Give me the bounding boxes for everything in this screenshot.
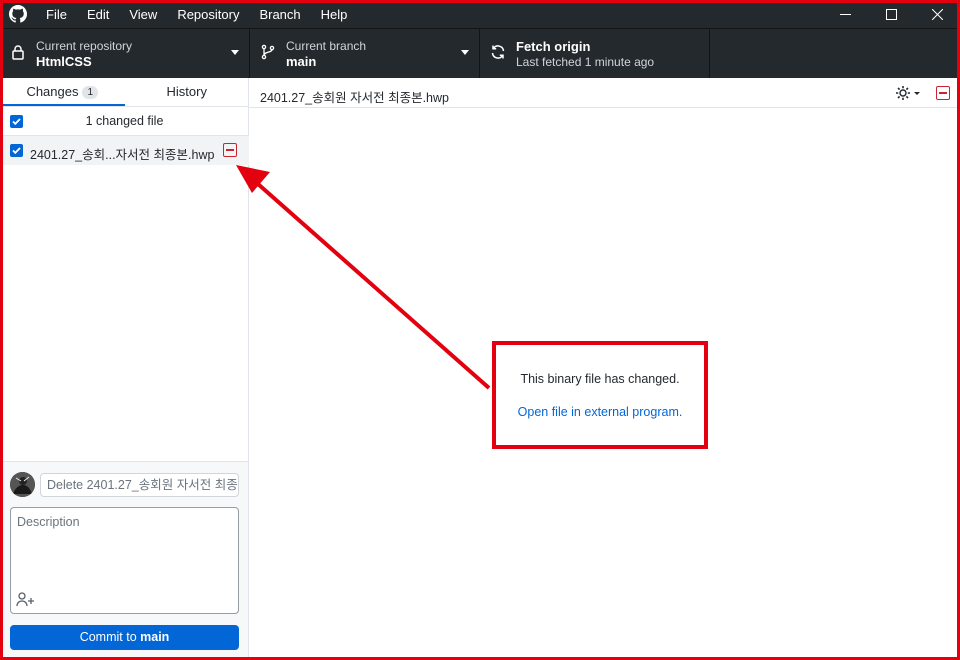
tab-changes-label: Changes: [26, 84, 79, 99]
fetch-origin-button[interactable]: Fetch origin Last fetched 1 minute ago: [480, 29, 710, 78]
commit-button[interactable]: Commit to main: [10, 625, 239, 650]
menu-bar: File Edit View Repository Branch Help: [36, 0, 357, 28]
changed-files-count: 1 changed file: [85, 114, 164, 128]
commit-description-field[interactable]: Description: [10, 507, 239, 614]
diff-panel: 2401.27_송회원 자서전 최종본.hwp This binary file…: [249, 78, 960, 660]
avatar-image: [10, 472, 35, 497]
repository-label: Current repository: [36, 39, 133, 53]
menu-help[interactable]: Help: [311, 7, 358, 22]
description-placeholder: Description: [17, 515, 80, 529]
add-coauthor-icon[interactable]: [16, 591, 36, 607]
changes-count-badge: 1: [82, 86, 99, 99]
close-icon: [931, 8, 943, 20]
open-external-link[interactable]: Open file in external program.: [496, 405, 704, 419]
tab-history[interactable]: History: [125, 78, 250, 106]
fetch-status: Last fetched 1 minute ago: [516, 55, 655, 69]
menu-file[interactable]: File: [36, 7, 77, 22]
lock-icon: [12, 45, 24, 60]
file-path: 2401.27_송회원 자서전 최종본.hwp: [260, 91, 449, 105]
current-repository-button[interactable]: Current repository HtmlCSS: [0, 29, 250, 78]
changes-sidebar: Changes 1 History 1 changed file 2401.27_…: [0, 78, 249, 660]
deleted-status-icon: [936, 86, 950, 100]
file-deleted-icon: [223, 143, 237, 157]
changed-files-header: 1 changed file: [0, 107, 249, 136]
tab-changes[interactable]: Changes 1: [0, 78, 125, 106]
commit-summary-input[interactable]: Delete 2401.27_송회원 자서전 최종본.hwp: [40, 473, 239, 497]
sync-icon: [491, 45, 505, 59]
github-logo-icon: [9, 5, 27, 23]
repository-name: HtmlCSS: [36, 54, 92, 69]
branch-name: main: [286, 54, 317, 69]
toolbar: Current repository HtmlCSS Current branc…: [0, 28, 960, 78]
check-icon: [12, 147, 21, 155]
maximize-button[interactable]: [868, 0, 914, 28]
branch-icon: [261, 44, 275, 60]
binary-file-notice: This binary file has changed. Open file …: [492, 341, 708, 449]
branch-label: Current branch: [286, 39, 367, 53]
menu-repository[interactable]: Repository: [167, 7, 249, 22]
commit-button-branch: main: [140, 630, 170, 644]
tab-history-label: History: [166, 84, 207, 99]
chevron-down-icon: [461, 50, 469, 55]
minimize-icon: [839, 13, 851, 15]
minimize-button[interactable]: [822, 0, 868, 28]
file-path-bar: 2401.27_송회원 자서전 최종본.hwp: [249, 78, 960, 108]
file-name: 2401.27_송회...자서전 최종본.hwp: [30, 148, 215, 162]
file-checkbox[interactable]: [10, 144, 23, 157]
title-bar: File Edit View Repository Branch Help: [0, 0, 960, 28]
menu-view[interactable]: View: [119, 7, 167, 22]
commit-button-prefix: Commit to: [79, 630, 141, 644]
chevron-down-icon: [231, 50, 239, 55]
fetch-label: Fetch origin: [516, 39, 591, 54]
list-item[interactable]: 2401.27_송회...자서전 최종본.hwp: [0, 136, 249, 165]
gear-icon[interactable]: [894, 84, 922, 102]
sidebar-tabs: Changes 1 History: [0, 78, 249, 107]
close-window-button[interactable]: [914, 0, 960, 28]
window-controls: [822, 0, 960, 28]
menu-edit[interactable]: Edit: [77, 7, 119, 22]
binary-message: This binary file has changed.: [520, 372, 680, 386]
current-branch-button[interactable]: Current branch main: [250, 29, 480, 78]
commit-panel: Delete 2401.27_송회원 자서전 최종본.hwp Descripti…: [0, 461, 248, 660]
menu-branch[interactable]: Branch: [249, 7, 310, 22]
maximize-icon: [885, 8, 897, 20]
avatar: [10, 472, 35, 497]
